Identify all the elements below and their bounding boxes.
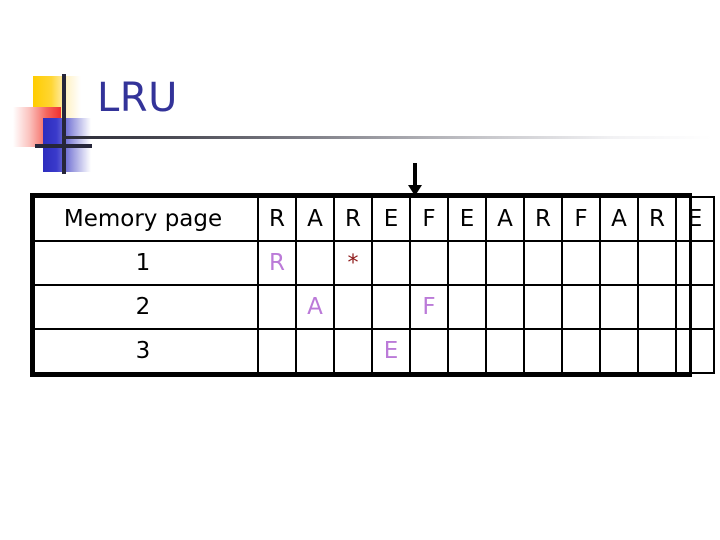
frame-cell (447, 284, 487, 330)
page-title: LRU (97, 75, 178, 121)
frame-cell (675, 284, 715, 330)
horizontal-rule-icon (35, 144, 92, 148)
frame-cell (599, 328, 639, 374)
frame-cell-hit-marker: * (333, 240, 373, 286)
frame-cell (637, 240, 677, 286)
frame-cell (561, 328, 601, 374)
reference-cell: F (561, 196, 601, 242)
lru-table: Memory page R A R E F E A R F A R E 1 R … (33, 196, 715, 374)
frame-label: 1 (33, 240, 259, 286)
reference-cell: F (409, 196, 449, 242)
frame-cell (371, 240, 411, 286)
down-arrow-icon (407, 163, 425, 197)
frame-label: 2 (33, 284, 259, 330)
frame-cell (447, 328, 487, 374)
frame-cell (637, 284, 677, 330)
reference-cell: R (637, 196, 677, 242)
reference-cell: A (485, 196, 525, 242)
reference-cell: A (295, 196, 335, 242)
table-row: 2 A F (33, 284, 715, 330)
frame-cell: A (295, 284, 335, 330)
frame-cell (257, 328, 297, 374)
reference-cell: R (257, 196, 297, 242)
table-row: 3 E (33, 328, 715, 374)
frame-cell (561, 240, 601, 286)
frame-cell (485, 328, 525, 374)
frame-cell (675, 240, 715, 286)
frame-cell (675, 328, 715, 374)
frame-cell (409, 328, 449, 374)
frame-cell (523, 284, 563, 330)
frame-cell (637, 328, 677, 374)
reference-cell: A (599, 196, 639, 242)
frame-cell: F (409, 284, 449, 330)
reference-cell: E (447, 196, 487, 242)
vertical-rule-icon (62, 74, 66, 174)
frame-label: 3 (33, 328, 259, 374)
table-row-header: Memory page R A R E F E A R F A R E (33, 196, 715, 242)
arrow-shaft (413, 163, 417, 187)
frame-cell (447, 240, 487, 286)
table-row: 1 R * (33, 240, 715, 286)
frame-cell (485, 240, 525, 286)
frame-cell (599, 240, 639, 286)
frame-cell (295, 328, 335, 374)
frame-cell (333, 328, 373, 374)
frame-cell (371, 284, 411, 330)
memory-page-header: Memory page (33, 196, 259, 242)
reference-cell: E (371, 196, 411, 242)
frame-cell (257, 284, 297, 330)
frame-cell (599, 284, 639, 330)
title-divider (62, 136, 712, 139)
reference-cell: E (675, 196, 715, 242)
frame-cell (295, 240, 335, 286)
reference-cell: R (523, 196, 563, 242)
frame-cell (333, 284, 373, 330)
frame-cell: R (257, 240, 297, 286)
lru-table-container: Memory page R A R E F E A R F A R E 1 R … (30, 193, 715, 377)
frame-cell (485, 284, 525, 330)
reference-cell: R (333, 196, 373, 242)
frame-cell (409, 240, 449, 286)
frame-cell (523, 328, 563, 374)
arrow-head (408, 185, 422, 196)
frame-cell (561, 284, 601, 330)
frame-cell: E (371, 328, 411, 374)
frame-cell (523, 240, 563, 286)
